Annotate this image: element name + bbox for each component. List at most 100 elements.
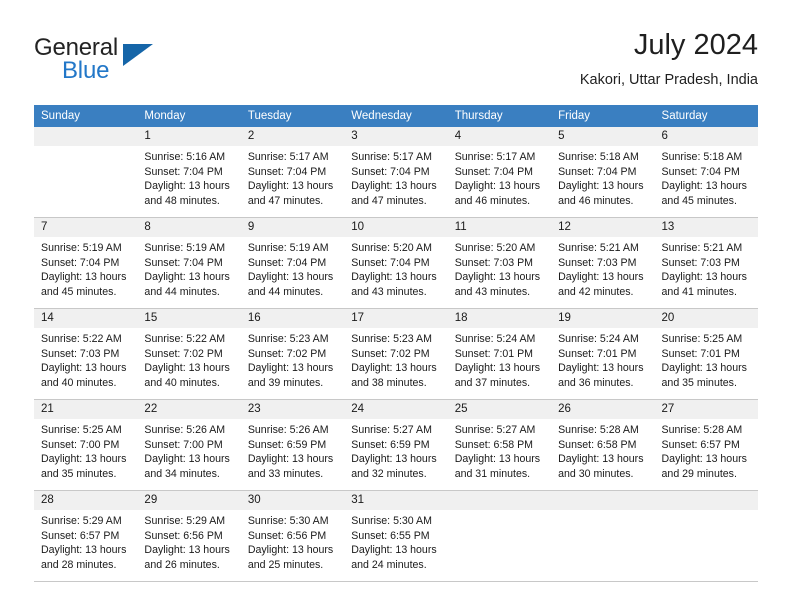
calendar-table: Sunday Monday Tuesday Wednesday Thursday…	[34, 105, 758, 582]
calendar-day-cell[interactable]: 14 Sunrise: 5:22 AM Sunset: 7:03 PM Dayligh…	[34, 308, 138, 400]
calendar-cell-inner: 4 Sunrise: 5:17 AM Sunset: 7:04 PM Daylight…	[447, 127, 552, 217]
calendar-day-cell[interactable]: 28 Sunrise: 5:29 AM Sunset: 6:57 PM Dayligh…	[34, 490, 138, 582]
sunrise-text: Sunrise: 5:29 AM	[41, 515, 122, 527]
calendar-cell-inner: 25 Sunrise: 5:27 AM Sunset: 6:58 PM Dayligh…	[447, 400, 552, 490]
calendar-cell-inner: 24 Sunrise: 5:27 AM Sunset: 6:59 PM Dayligh…	[344, 400, 448, 490]
calendar-day-cell[interactable]: 12 Sunrise: 5:21 AM Sunset: 7:03 PM Dayligh…	[551, 217, 655, 309]
calendar-cell-inner	[654, 491, 758, 581]
calendar-day-cell[interactable]: 8 Sunrise: 5:19 AM Sunset: 7:04 PM Daylight…	[137, 217, 241, 309]
calendar-cell-inner: 27 Sunrise: 5:28 AM Sunset: 6:57 PM Dayligh…	[654, 400, 758, 490]
calendar-day-cell[interactable]: 9 Sunrise: 5:19 AM Sunset: 7:04 PM Daylight…	[240, 217, 345, 309]
calendar-day-cell[interactable]: 21 Sunrise: 5:25 AM Sunset: 7:00 PM Dayligh…	[34, 399, 138, 491]
calendar-day-cell[interactable]: 5 Sunrise: 5:18 AM Sunset: 7:04 PM Daylight…	[551, 127, 655, 218]
calendar-cell-inner: 22 Sunrise: 5:26 AM Sunset: 7:00 PM Dayligh…	[137, 400, 241, 490]
sunset-text: Sunset: 7:01 PM	[454, 347, 534, 360]
daylight-text-line1: Daylight: 13 hours	[558, 271, 644, 284]
sunrise-text: Sunrise: 5:30 AM	[247, 515, 329, 527]
calendar-day-cell[interactable]: 27 Sunrise: 5:28 AM Sunset: 6:57 PM Dayligh…	[654, 399, 758, 491]
daylight-text-line2: and 24 minutes.	[351, 558, 427, 571]
calendar-week-row: 14 Sunrise: 5:22 AM Sunset: 7:03 PM Dayligh…	[34, 308, 758, 400]
day-details: Sunrise: 5:20 AM Sunset: 7:03 PM Daylight:…	[448, 237, 551, 299]
day-details: Sunrise: 5:17 AM Sunset: 7:04 PM Daylight:…	[241, 146, 344, 208]
calendar-day-cell[interactable]: 20 Sunrise: 5:25 AM Sunset: 7:01 PM Dayligh…	[654, 308, 758, 400]
calendar-day-cell[interactable]: 1 Sunrise: 5:16 AM Sunset: 7:04 PM Daylight…	[137, 127, 241, 218]
calendar-day-cell[interactable]: 30 Sunrise: 5:30 AM Sunset: 6:56 PM Dayligh…	[240, 490, 345, 582]
sunrise-text: Sunrise: 5:27 AM	[454, 424, 536, 436]
calendar-day-cell[interactable]: 17 Sunrise: 5:23 AM Sunset: 7:02 PM Dayligh…	[344, 308, 448, 400]
sunrise-text: Sunrise: 5:17 AM	[247, 151, 329, 163]
calendar-day-cell[interactable]: 16 Sunrise: 5:23 AM Sunset: 7:02 PM Dayligh…	[240, 308, 345, 400]
sunset-text: Sunset: 7:04 PM	[351, 256, 430, 269]
sunrise-text: Sunrise: 5:19 AM	[41, 242, 122, 254]
sunset-text: Sunset: 7:01 PM	[661, 347, 740, 360]
calendar-cell-inner: 13 Sunrise: 5:21 AM Sunset: 7:03 PM Dayligh…	[654, 218, 758, 308]
day-number	[551, 491, 655, 510]
daylight-text-line2: and 41 minutes.	[661, 285, 737, 298]
calendar-day-cell[interactable]: 22 Sunrise: 5:26 AM Sunset: 7:00 PM Dayligh…	[137, 399, 241, 491]
calendar-cell-empty	[551, 490, 655, 582]
day-details: Sunrise: 5:21 AM Sunset: 7:03 PM Daylight:…	[655, 237, 758, 299]
calendar-day-cell[interactable]: 2 Sunrise: 5:17 AM Sunset: 7:04 PM Daylight…	[240, 127, 345, 218]
sunrise-text: Sunrise: 5:26 AM	[144, 424, 226, 436]
calendar-cell-inner: 19 Sunrise: 5:24 AM Sunset: 7:01 PM Dayligh…	[551, 309, 655, 399]
calendar-cell-inner: 31 Sunrise: 5:30 AM Sunset: 6:55 PM Dayligh…	[344, 491, 448, 581]
sunset-text: Sunset: 6:58 PM	[454, 438, 534, 451]
calendar-day-cell[interactable]: 31 Sunrise: 5:30 AM Sunset: 6:55 PM Dayligh…	[344, 490, 448, 582]
daylight-text-line1: Daylight: 13 hours	[558, 180, 644, 193]
calendar-cell-inner: 16 Sunrise: 5:23 AM Sunset: 7:02 PM Dayligh…	[240, 309, 345, 399]
calendar-day-cell[interactable]: 29 Sunrise: 5:29 AM Sunset: 6:56 PM Dayligh…	[137, 490, 241, 582]
daylight-text-line1: Daylight: 13 hours	[247, 180, 334, 193]
sunset-text: Sunset: 6:56 PM	[247, 529, 327, 542]
day-details: Sunrise: 5:24 AM Sunset: 7:01 PM Daylight:…	[448, 328, 551, 390]
brand-name-blue: Blue	[62, 57, 110, 84]
sunrise-text: Sunrise: 5:28 AM	[558, 424, 639, 436]
page-title: July 2024	[633, 29, 758, 61]
calendar-day-cell[interactable]: 11 Sunrise: 5:20 AM Sunset: 7:03 PM Dayligh…	[447, 217, 552, 309]
daylight-text-line2: and 44 minutes.	[144, 285, 220, 298]
page-subtitle: Kakori, Uttar Pradesh, India	[579, 72, 758, 88]
sunset-text: Sunset: 7:01 PM	[558, 347, 637, 360]
sunset-text: Sunset: 7:00 PM	[144, 438, 223, 451]
day-number: 30	[240, 491, 345, 510]
day-number: 26	[551, 400, 655, 419]
calendar-day-cell[interactable]: 7 Sunrise: 5:19 AM Sunset: 7:04 PM Daylight…	[34, 217, 138, 309]
day-number: 24	[344, 400, 448, 419]
day-number: 12	[551, 218, 655, 237]
calendar-day-cell[interactable]: 19 Sunrise: 5:24 AM Sunset: 7:01 PM Dayligh…	[551, 308, 655, 400]
daylight-text-line2: and 31 minutes.	[454, 467, 531, 480]
calendar-day-cell[interactable]: 13 Sunrise: 5:21 AM Sunset: 7:03 PM Dayligh…	[654, 217, 758, 309]
calendar-day-cell[interactable]: 15 Sunrise: 5:22 AM Sunset: 7:02 PM Dayligh…	[137, 308, 241, 400]
daylight-text-line1: Daylight: 13 hours	[247, 544, 334, 557]
day-number: 2	[240, 127, 345, 146]
weekday-header-wednesday: Wednesday	[344, 105, 448, 127]
daylight-text-line1: Daylight: 13 hours	[351, 362, 437, 375]
sunset-text: Sunset: 7:04 PM	[558, 165, 637, 178]
day-number: 15	[137, 309, 241, 328]
daylight-text-line1: Daylight: 13 hours	[454, 180, 541, 193]
brand-logo[interactable]: General Blue	[34, 34, 154, 90]
daylight-text-line1: Daylight: 13 hours	[661, 271, 747, 284]
sunrise-text: Sunrise: 5:23 AM	[247, 333, 329, 345]
daylight-text-line1: Daylight: 13 hours	[144, 271, 230, 284]
calendar-day-cell[interactable]: 23 Sunrise: 5:26 AM Sunset: 6:59 PM Dayligh…	[240, 399, 345, 491]
sunrise-text: Sunrise: 5:20 AM	[351, 242, 432, 254]
sunset-text: Sunset: 6:55 PM	[351, 529, 430, 542]
calendar-cell-inner: 30 Sunrise: 5:30 AM Sunset: 6:56 PM Dayligh…	[240, 491, 345, 581]
calendar-cell-inner: 3 Sunrise: 5:17 AM Sunset: 7:04 PM Daylight…	[344, 127, 448, 217]
daylight-text-line2: and 45 minutes.	[661, 194, 737, 207]
calendar-day-cell[interactable]: 24 Sunrise: 5:27 AM Sunset: 6:59 PM Dayligh…	[344, 399, 448, 491]
calendar-day-cell[interactable]: 25 Sunrise: 5:27 AM Sunset: 6:58 PM Dayligh…	[447, 399, 552, 491]
calendar-day-cell[interactable]: 3 Sunrise: 5:17 AM Sunset: 7:04 PM Daylight…	[344, 127, 448, 218]
weekday-header-thursday: Thursday	[447, 105, 552, 127]
calendar-day-cell[interactable]: 18 Sunrise: 5:24 AM Sunset: 7:01 PM Dayligh…	[447, 308, 552, 400]
day-details: Sunrise: 5:19 AM Sunset: 7:04 PM Daylight:…	[137, 237, 240, 299]
day-details: Sunrise: 5:29 AM Sunset: 6:56 PM Daylight:…	[137, 510, 240, 572]
sunrise-text: Sunrise: 5:22 AM	[144, 333, 226, 345]
calendar-day-cell[interactable]: 4 Sunrise: 5:17 AM Sunset: 7:04 PM Daylight…	[447, 127, 552, 218]
calendar-cell-inner	[551, 491, 655, 581]
calendar-day-cell[interactable]: 6 Sunrise: 5:18 AM Sunset: 7:04 PM Daylight…	[654, 127, 758, 218]
day-details: Sunrise: 5:27 AM Sunset: 6:58 PM Daylight:…	[448, 419, 551, 481]
calendar-day-cell[interactable]: 26 Sunrise: 5:28 AM Sunset: 6:58 PM Dayligh…	[551, 399, 655, 491]
sunset-text: Sunset: 6:56 PM	[144, 529, 223, 542]
calendar-day-cell[interactable]: 10 Sunrise: 5:20 AM Sunset: 7:04 PM Dayligh…	[344, 217, 448, 309]
